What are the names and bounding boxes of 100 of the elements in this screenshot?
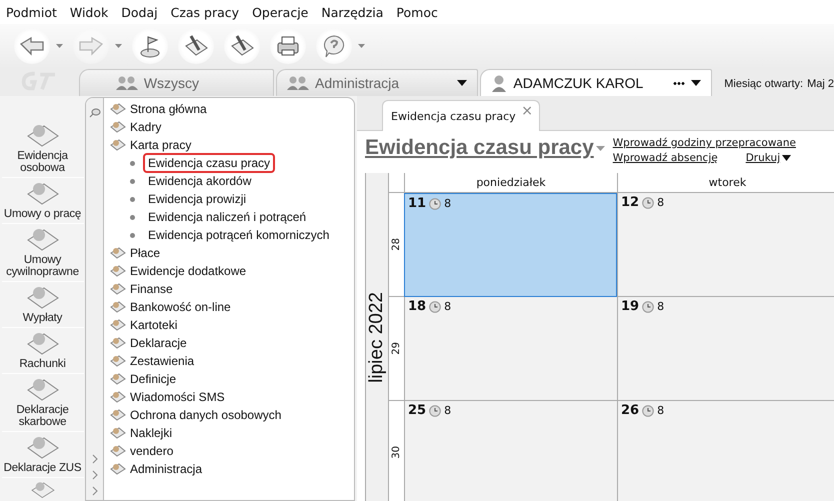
flag-icon	[138, 34, 162, 58]
tree-item[interactable]: Ewidencja prowizji	[143, 189, 252, 209]
clock-icon	[642, 196, 654, 208]
context-tab[interactable]: Administracja	[276, 69, 478, 96]
toolbar-button[interactable]	[132, 28, 168, 64]
week-number: 28	[389, 193, 404, 297]
tree-item[interactable]: Ewidencja czasu pracy	[143, 153, 276, 173]
folder-icon	[110, 408, 126, 422]
day-number: 11	[408, 196, 426, 211]
day-cell[interactable]: 25 8	[404, 401, 617, 501]
document-icon	[26, 122, 60, 148]
tree-item[interactable]: Administracja	[110, 460, 334, 478]
tree-item[interactable]: Ewidencje dodatkowe	[110, 262, 334, 280]
folder-icon	[110, 462, 126, 476]
tab-label: Ewidencja czasu pracy	[391, 110, 516, 122]
month-label: lipiec 2022	[366, 173, 389, 501]
tree-item[interactable]: Naklejki	[110, 424, 334, 442]
menu-item[interactable]: Czas pracy	[170, 4, 240, 20]
caret-icon[interactable]	[691, 80, 702, 86]
tree-item[interactable]: Deklaracje	[110, 334, 334, 352]
day-number: 18	[408, 299, 426, 314]
bullet-icon	[130, 232, 135, 238]
caret-icon[interactable]	[457, 80, 468, 86]
sidebar-item[interactable]: Umowy cywilnoprawne	[2, 226, 84, 282]
menu-item[interactable]: Podmiot	[6, 4, 57, 20]
menu-item[interactable]: Widok	[70, 4, 108, 20]
tree-item[interactable]: Ewidencja naliczeń i potrąceń	[143, 207, 312, 227]
tree-item[interactable]: Kartoteki	[110, 316, 334, 334]
tab-label: ADAMCZUK KAROL	[513, 75, 644, 91]
tree-item[interactable]: Płace	[110, 244, 334, 262]
folder-icon	[110, 318, 126, 332]
weekday-header: wtorek	[617, 173, 834, 193]
more-icon[interactable]	[673, 82, 686, 84]
week-number: 29	[389, 297, 404, 401]
tree-item[interactable]: Ochrona danych osobowych	[110, 406, 334, 424]
document-icon	[26, 376, 60, 402]
folder-icon	[110, 444, 126, 458]
document-icon	[26, 226, 60, 252]
day-number: 26	[621, 403, 640, 418]
caret-icon	[782, 155, 792, 161]
day-cell[interactable]: 11 8	[404, 193, 617, 297]
person-icon	[491, 74, 508, 92]
tree-item[interactable]: Karta pracy	[110, 136, 334, 154]
hours-value: 8	[657, 404, 664, 417]
menu-item[interactable]: Narzędzia	[321, 4, 384, 20]
close-button[interactable]: ×	[521, 103, 533, 119]
context-tab[interactable]: ADAMCZUK KAROL	[480, 69, 712, 96]
day-cell[interactable]: 12 8	[617, 193, 834, 297]
tree-item[interactable]: Ewidencja akordów	[143, 171, 256, 191]
context-tab[interactable]: Wszyscy	[78, 69, 274, 96]
tree-item[interactable]: Definicje	[110, 370, 334, 388]
folder-icon	[110, 300, 126, 314]
week-number: 30	[389, 401, 404, 501]
sidebar-item[interactable]: Wypłaty	[2, 284, 84, 328]
bullet-icon	[130, 196, 135, 202]
sidebar-item[interactable]: Deklaracje skarbowe	[2, 376, 84, 432]
folder-icon	[110, 282, 126, 296]
menu-item[interactable]: Pomoc	[396, 4, 438, 20]
pen-icon	[229, 34, 255, 58]
tree-item[interactable]: Wiadomości SMS	[110, 388, 334, 406]
document-icon	[26, 180, 60, 206]
link[interactable]: Wprowadź absencję	[612, 152, 718, 164]
print-menu[interactable]: Drukuj	[746, 152, 792, 164]
menu-item[interactable]: Dodaj	[121, 4, 158, 20]
clock-icon	[429, 198, 442, 210]
sidebar-item[interactable]: Ewidencja osobowa	[2, 122, 84, 178]
tree-item[interactable]: Strona główna	[110, 100, 334, 118]
bullet-icon	[130, 160, 135, 166]
menu-item[interactable]: Operacje	[252, 4, 308, 20]
tree-item[interactable]: Finanse	[110, 280, 334, 298]
tree-item[interactable]: Zestawienia	[110, 352, 334, 370]
day-cell[interactable]: 26 8	[617, 401, 834, 501]
day-number: 12	[621, 195, 640, 210]
tree-item[interactable]: vendero	[110, 442, 334, 460]
clock-icon	[429, 300, 442, 312]
document-tab[interactable]: Ewidencja czasu pracy ×	[382, 100, 540, 131]
people-icon	[116, 75, 138, 91]
folder-icon	[110, 426, 126, 440]
sidebar-item[interactable]: Rachunki	[2, 330, 84, 374]
pin-icon[interactable]	[88, 108, 100, 118]
sidebar-item[interactable]: Umowy o pracę	[2, 180, 84, 224]
document-icon	[26, 330, 60, 356]
folder-icon	[110, 354, 126, 368]
arrow-icon	[19, 36, 45, 56]
clock-icon	[429, 404, 442, 416]
tree-item[interactable]: Kadry	[110, 118, 334, 136]
link[interactable]: Wprowadź godziny przepracowane	[612, 137, 796, 149]
page-heading[interactable]: Ewidencja czasu pracy	[365, 135, 605, 161]
tree-item[interactable]: Bankowość on-line	[110, 298, 334, 316]
open-month-value: Maj 2	[807, 78, 834, 90]
tree-item[interactable]: Ewidencja potrąceń komorniczych	[143, 225, 334, 245]
day-cell[interactable]: 18 8	[404, 297, 617, 401]
folder-icon	[110, 390, 126, 404]
hours-value: 8	[657, 300, 664, 313]
sidebar-item[interactable]: Deklaracje ZUS	[2, 434, 84, 478]
day-number: 25	[408, 403, 426, 418]
bullet-icon	[130, 178, 135, 184]
tab-label: Administracja	[315, 75, 400, 91]
day-cell[interactable]: 19 8	[617, 297, 834, 401]
folder-icon	[110, 372, 126, 386]
